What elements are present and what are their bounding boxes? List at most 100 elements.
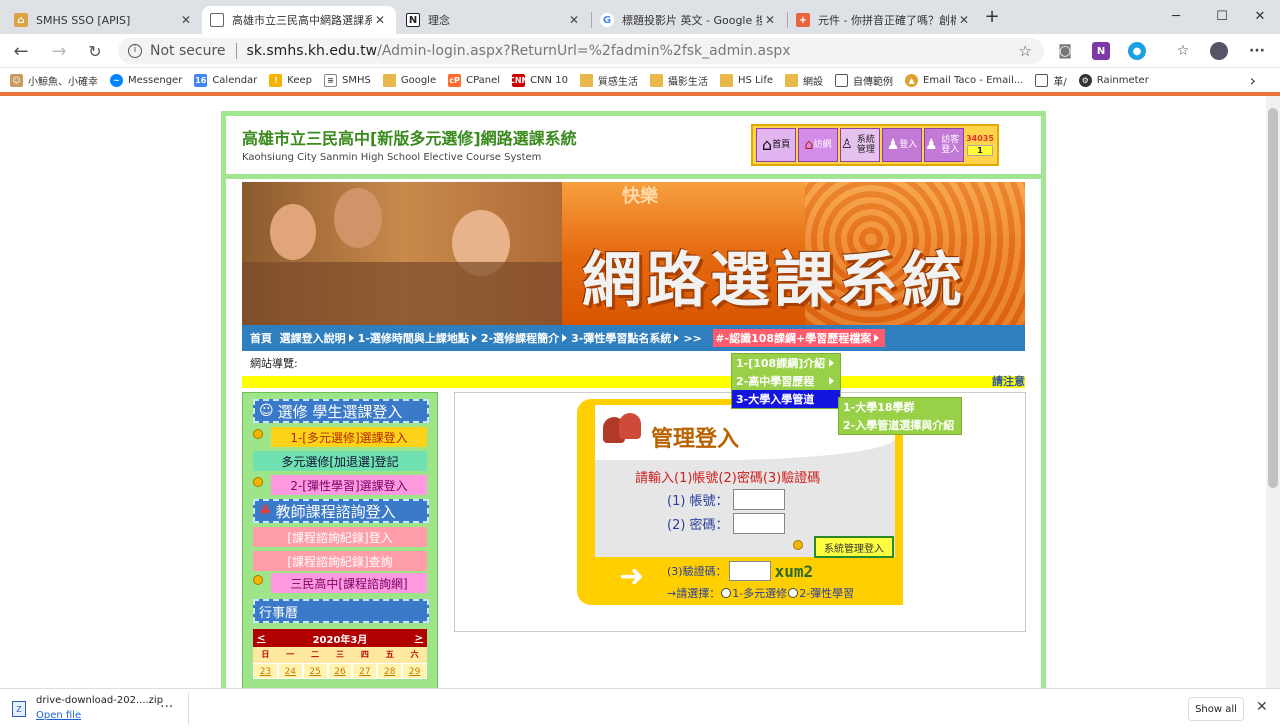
bookmark-item[interactable]: ~ Messenger <box>110 73 182 87</box>
bookmark-item[interactable]: cP CPanel <box>448 73 500 87</box>
reload-icon[interactable]: ↻ <box>82 38 108 64</box>
multi-elective-login-button[interactable]: 1-[多元選修]選課登入 <box>271 427 427 447</box>
dropdown-item-portfolio[interactable]: 2-高中學習歷程 <box>732 372 840 390</box>
bookmark-folder[interactable]: 網設 <box>785 73 823 88</box>
tab-strip: ⌂ SMHS SSO [APIS] ✕ 高雄市立三民高中網路選課系統 ✕ N 理… <box>0 0 1280 34</box>
bullet-icon <box>253 575 263 585</box>
admin-icon-button[interactable]: ♙ 系統管理 <box>840 128 880 162</box>
calendar-day[interactable]: 27 <box>352 663 378 679</box>
download-more-icon[interactable]: ··· <box>160 699 173 715</box>
back-arrow-icon[interactable]: ← <box>8 38 34 64</box>
consult-record-query-button[interactable]: [課程諮詢紀錄]查詢 <box>253 551 427 571</box>
menu-login-guide[interactable]: 選課登入說明 <box>280 330 358 346</box>
calendar-day[interactable]: 23 <box>253 663 278 679</box>
bookmark-item[interactable]: CNN CNN 10 <box>509 73 568 87</box>
guest-icon-button[interactable]: ♟ 訪客登入 <box>924 128 964 162</box>
menu-108-curriculum[interactable]: #-認識108課綱+學習歷程檔案 <box>713 329 886 347</box>
forward-arrow-icon[interactable]: → <box>46 38 72 64</box>
consult-website-button[interactable]: 三民高中[課程諮詢網] <box>271 573 427 593</box>
calendar-day[interactable]: 28 <box>377 663 403 679</box>
radio-flexible-learning[interactable] <box>788 588 799 598</box>
menu-more[interactable]: >> <box>683 332 713 345</box>
bookmark-folder[interactable]: Google <box>382 73 436 87</box>
profile-avatar[interactable] <box>1210 42 1228 60</box>
extension-icon[interactable]: ● <box>1128 42 1146 60</box>
onenote-icon[interactable]: N <box>1092 42 1110 60</box>
tab-close-icon[interactable]: ✕ <box>956 13 972 27</box>
maximize-button[interactable]: ☐ <box>1202 2 1242 30</box>
password-input[interactable] <box>732 513 785 534</box>
tab-components[interactable]: + 元件 - 你拼音正確了嗎？創橋英語 ✕ <box>788 6 980 34</box>
info-icon[interactable]: i <box>128 44 142 58</box>
close-window-button[interactable]: ✕ <box>1240 2 1280 30</box>
bookmark-item[interactable]: 16 Calendar <box>194 73 257 87</box>
more-icon[interactable]: ··· <box>1248 42 1266 60</box>
login-icon-button[interactable]: ♟ 登入 <box>882 128 922 162</box>
home-icon-button[interactable]: ⌂ 首頁 <box>756 128 796 162</box>
bookmark-item[interactable]: ≡ SMHS <box>324 73 371 87</box>
flexible-learning-login-button[interactable]: 2-[彈性學習]選課登入 <box>271 475 427 495</box>
tab-close-icon[interactable]: ✕ <box>762 13 778 27</box>
download-filename[interactable]: drive-download-202....zip <box>36 695 163 706</box>
minimize-button[interactable]: ─ <box>1156 2 1196 30</box>
close-shelf-icon[interactable]: ✕ <box>1256 699 1268 715</box>
calendar-next-button[interactable]: > <box>415 633 423 644</box>
address-bar[interactable]: i Not secure sk.smhs.kh.edu.tw/Admin-log… <box>118 38 1044 64</box>
bookmark-item[interactable]: 革/ <box>1035 73 1067 88</box>
admin-login-button[interactable]: 系統管理登入 <box>814 536 894 558</box>
menu-course-intro[interactable]: 2-選修課程簡介 <box>481 330 571 346</box>
show-all-button[interactable]: Show all <box>1188 697 1244 721</box>
tab-close-icon[interactable]: ✕ <box>372 13 388 27</box>
bookmark-item[interactable]: ⚙ Rainmeter <box>1078 73 1149 87</box>
login-instruction: 請輸入(1)帳號(2)密碼(3)驗證碼 <box>635 471 821 486</box>
dropdown-item-108[interactable]: 1-[108課綱]介紹 <box>732 354 840 372</box>
submenu-item-18-groups[interactable]: 1-大學18學群 <box>839 398 961 416</box>
school-icon-button[interactable]: ⌂ 訪網 <box>798 128 838 162</box>
favorites-icon[interactable]: ☆ <box>1174 42 1192 60</box>
scrollbar-thumb[interactable] <box>1268 108 1278 488</box>
account-input[interactable] <box>732 489 785 510</box>
calendar-prev-button[interactable]: < <box>257 633 265 644</box>
camera-icon[interactable]: ◙ <box>1056 42 1074 60</box>
calendar-day[interactable]: 25 <box>302 663 328 679</box>
menu-schedule[interactable]: 1-選修時間與上課地點 <box>358 330 481 346</box>
tab-close-icon[interactable]: ✕ <box>178 13 194 27</box>
bookmark-folder[interactable]: 質感生活 <box>579 73 638 88</box>
bookmark-item[interactable]: ! Keep <box>269 73 312 87</box>
notice-text[interactable]: 請注意 <box>992 373 1025 389</box>
menu-home[interactable]: 首頁 <box>250 330 280 346</box>
calendar-day[interactable]: 26 <box>327 663 353 679</box>
bullet-icon <box>793 540 803 550</box>
bookmark-folder[interactable]: HS Life <box>719 73 773 87</box>
submenu-item-admission[interactable]: 2-入學管道選擇與介紹 <box>839 416 961 434</box>
tab-course-system[interactable]: 高雄市立三民高中網路選課系統 ✕ <box>202 6 396 34</box>
site-frame: 高雄市立三民高中[新版多元選修]網路選課系統 Kaohsiung City Sa… <box>221 111 1046 688</box>
captcha-input[interactable] <box>728 561 771 581</box>
smhs-logo-icon: ⌂ <box>14 13 28 27</box>
tab-google-search[interactable]: G 標題投影片 英文 - Google 搜尋 ✕ <box>592 6 786 34</box>
bookmark-folder[interactable]: 攝影生活 <box>649 73 708 88</box>
open-file-link[interactable]: Open file <box>36 710 81 721</box>
bookmark-item[interactable]: 自傳範例 <box>835 73 893 88</box>
menu-attendance[interactable]: 3-彈性學習點名系統 <box>571 330 683 346</box>
bookmarks-more-chevron-icon[interactable]: › <box>1250 71 1256 90</box>
tab-close-icon[interactable]: ✕ <box>566 13 582 27</box>
taco-icon: ▲ <box>905 73 919 87</box>
captcha-row: (3)驗證碼： xum2 <box>667 561 813 581</box>
tab-smhs-sso[interactable]: ⌂ SMHS SSO [APIS] ✕ <box>6 6 202 34</box>
dropdown-item-university[interactable]: 3-大學入學管道 <box>732 390 840 408</box>
star-icon[interactable]: ☆ <box>1019 42 1032 60</box>
main-menu: 首頁 選課登入說明 1-選修時間與上課地點 2-選修課程簡介 3-彈性學習點名系… <box>242 325 1025 351</box>
folder-icon <box>719 73 733 87</box>
consult-record-login-button[interactable]: [課程諮詢紀錄]登入 <box>253 527 427 547</box>
bookmark-item[interactable]: ☺ 小鯨魚、小確幸 <box>10 73 98 88</box>
tab-notion[interactable]: N 理念 ✕ <box>398 6 590 34</box>
radio-multi-elective[interactable] <box>721 588 732 598</box>
url-path: /Admin-login.aspx?ReturnUrl=%2fadmin%2fs… <box>377 43 791 59</box>
security-status[interactable]: Not secure <box>150 43 226 59</box>
new-tab-button[interactable]: + <box>974 2 1010 30</box>
calendar-day[interactable]: 24 <box>277 663 303 679</box>
calendar-day[interactable]: 29 <box>402 663 428 679</box>
add-drop-register-button[interactable]: 多元選修[加退選]登記 <box>253 451 427 471</box>
bookmark-item[interactable]: ▲ Email Taco - Email... <box>905 73 1023 87</box>
